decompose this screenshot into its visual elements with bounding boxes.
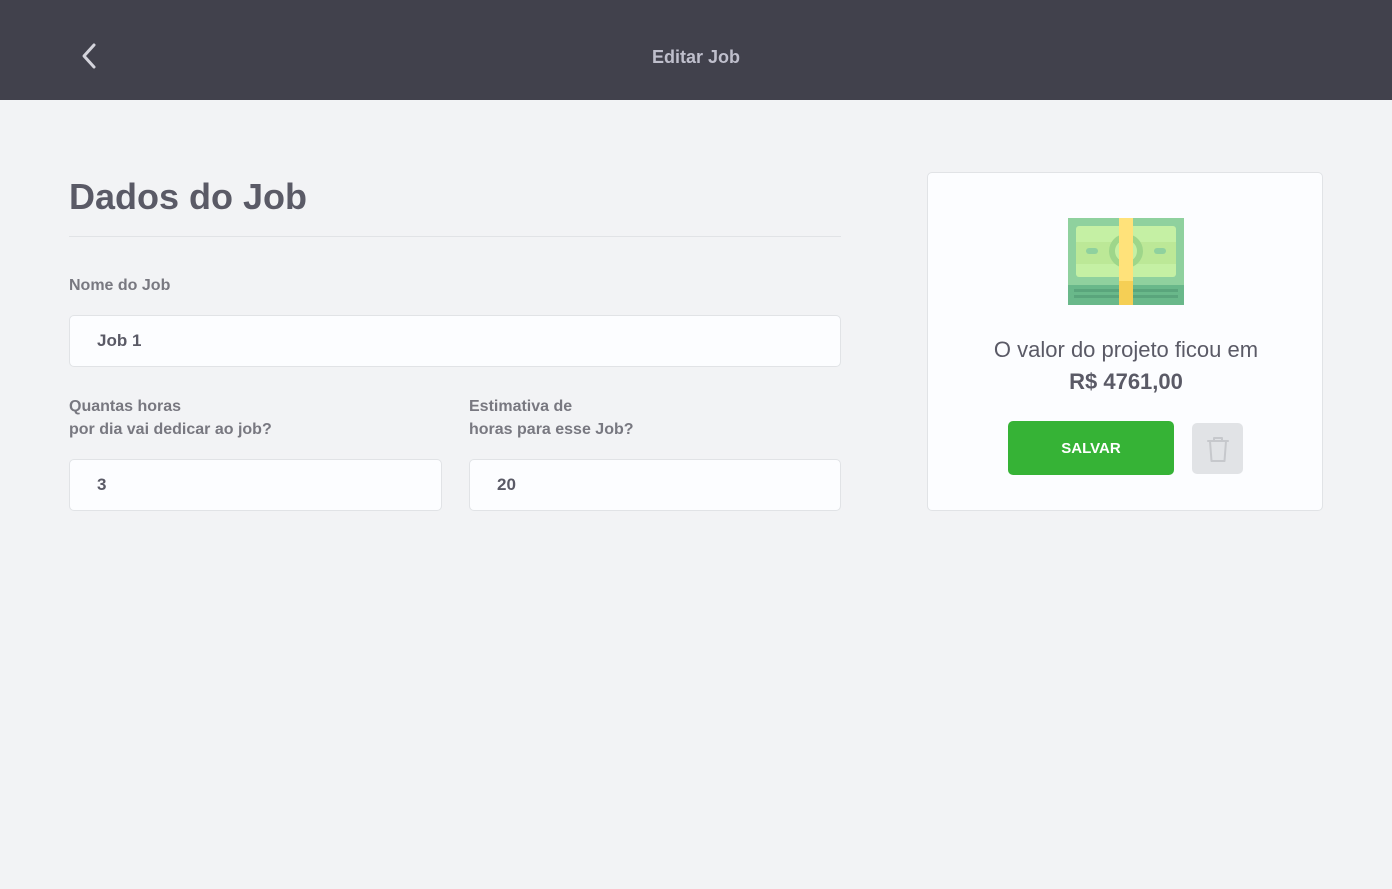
page-title: Editar Job [651, 47, 740, 67]
total-hours-input[interactable]: 20 [469, 459, 841, 511]
daily-hours-value: 3 [97, 475, 107, 494]
job-name-input[interactable]: Job 1 [69, 315, 841, 367]
form-title: Dados do Job [69, 172, 841, 237]
job-name-value: Job 1 [97, 331, 142, 350]
money-icon [1068, 218, 1184, 305]
save-button[interactable]: SALVAR [1008, 421, 1174, 475]
daily-hours-label-line2: por dia vai dedicar ao job? [69, 421, 272, 438]
daily-hours-label: Quantas horas por dia vai dedicar ao job… [69, 395, 441, 441]
total-hours-value: 20 [497, 475, 516, 494]
project-value-amount: R$ 4761,00 [1069, 369, 1183, 394]
top-bar: Editar Job [0, 0, 1392, 100]
job-name-label: Nome do Job [69, 277, 171, 294]
project-summary-card: O valor do projeto ficou em R$ 4761,00 S… [927, 172, 1323, 511]
project-value-text: O valor do projeto ficou em [993, 337, 1259, 362]
total-hours-label-line1: Estimativa de [469, 398, 573, 415]
daily-hours-input[interactable]: 3 [69, 459, 442, 511]
delete-button[interactable] [1192, 423, 1243, 474]
job-form: Dados do Job Nome do Job Job 1 Quantas h… [69, 172, 841, 511]
total-hours-label-line2: horas para esse Job? [469, 421, 634, 438]
trash-icon [1206, 436, 1229, 462]
total-hours-label: Estimativa de horas para esse Job? [469, 395, 841, 441]
daily-hours-label-line1: Quantas horas [69, 398, 182, 415]
